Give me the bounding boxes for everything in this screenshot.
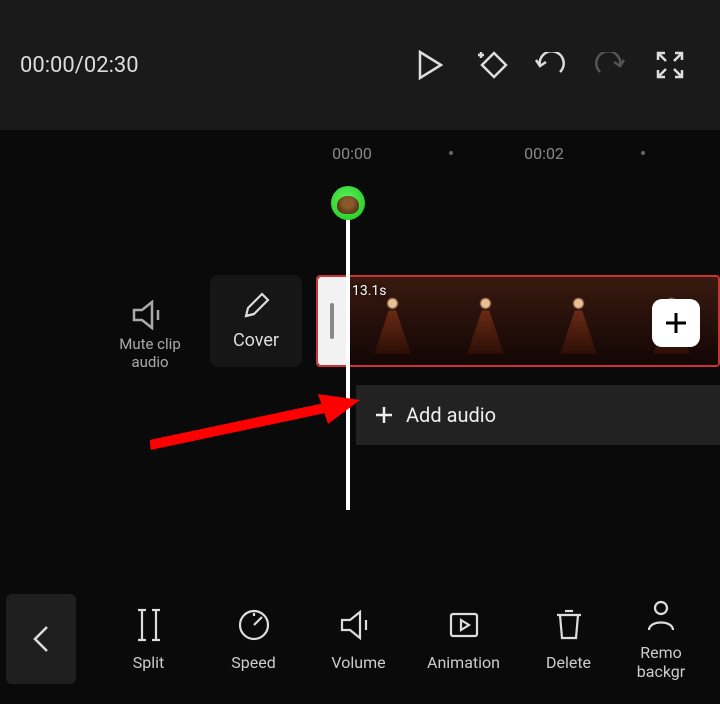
undo-button[interactable] — [520, 35, 580, 95]
tool-split[interactable]: Split — [96, 607, 201, 672]
plus-icon — [374, 405, 394, 425]
tool-speed-label: Speed — [231, 653, 275, 672]
annotation-arrow — [150, 390, 360, 450]
keyframe-plus-icon — [472, 50, 508, 80]
animation-icon — [447, 610, 481, 640]
add-audio-label: Add audio — [406, 403, 496, 427]
thumbnail-frame — [439, 277, 532, 365]
speed-icon — [237, 608, 271, 642]
tool-delete-label: Delete — [546, 653, 591, 672]
fullscreen-button[interactable] — [640, 35, 700, 95]
plus-icon — [663, 310, 689, 336]
thumbnail-frame — [532, 277, 625, 365]
split-icon — [134, 608, 164, 642]
undo-icon — [534, 52, 566, 78]
volume-icon — [340, 610, 378, 640]
fullscreen-icon — [656, 51, 684, 79]
chevron-left-icon — [31, 623, 51, 655]
cover-button[interactable]: Cover — [210, 275, 302, 367]
mute-label-1: Mute clip — [119, 335, 181, 353]
play-icon — [417, 50, 443, 80]
ruler-tick-0: 00:00 — [332, 144, 372, 163]
back-button[interactable] — [6, 594, 76, 684]
bottom-toolbar: Split Speed Volume Animation — [0, 574, 720, 704]
play-button[interactable] — [400, 35, 460, 95]
redo-icon — [594, 52, 626, 78]
playhead-line[interactable] — [346, 210, 350, 510]
add-clip-button[interactable] — [652, 299, 700, 347]
ruler-dot — [641, 151, 645, 155]
keyframe-button[interactable] — [460, 35, 520, 95]
clip-duration: 13.1s — [352, 283, 387, 299]
video-clip[interactable]: 13.1s — [316, 275, 720, 367]
ruler-dot — [449, 151, 453, 155]
clip-thumbnails[interactable]: 13.1s — [346, 277, 718, 365]
tool-delete[interactable]: Delete — [516, 607, 621, 672]
tool-animation-label: Animation — [427, 653, 500, 672]
time-counter: 00:00/02:30 — [20, 53, 139, 78]
redo-button[interactable] — [580, 35, 640, 95]
add-audio-button[interactable]: Add audio — [356, 385, 720, 445]
mute-label-2: audio — [131, 353, 168, 371]
cover-label: Cover — [233, 330, 279, 351]
tool-removebg-label-2: backgr — [637, 662, 685, 681]
tool-split-label: Split — [133, 653, 165, 672]
mute-clip-audio-button[interactable]: Mute clip audio — [95, 295, 205, 371]
speaker-icon — [132, 300, 168, 330]
tool-volume-label: Volume — [331, 653, 385, 672]
top-bar: 00:00/02:30 — [0, 0, 720, 130]
pencil-icon — [242, 292, 270, 320]
tool-speed[interactable]: Speed — [201, 607, 306, 672]
timeline-area[interactable]: Mute clip audio Cover 13.1s Add audio — [0, 180, 720, 520]
tool-volume[interactable]: Volume — [306, 607, 411, 672]
clip-trim-handle-left[interactable] — [318, 277, 346, 365]
tool-remove-background[interactable]: Remo backgr — [621, 597, 701, 681]
trash-icon — [554, 608, 584, 642]
tool-animation[interactable]: Animation — [411, 607, 516, 672]
person-icon — [644, 598, 678, 632]
tool-removebg-label-1: Remo — [640, 643, 682, 662]
playhead-knob[interactable] — [331, 186, 365, 220]
timeline-ruler[interactable]: 00:00 00:02 — [0, 130, 720, 180]
ruler-tick-1: 00:02 — [524, 144, 564, 163]
